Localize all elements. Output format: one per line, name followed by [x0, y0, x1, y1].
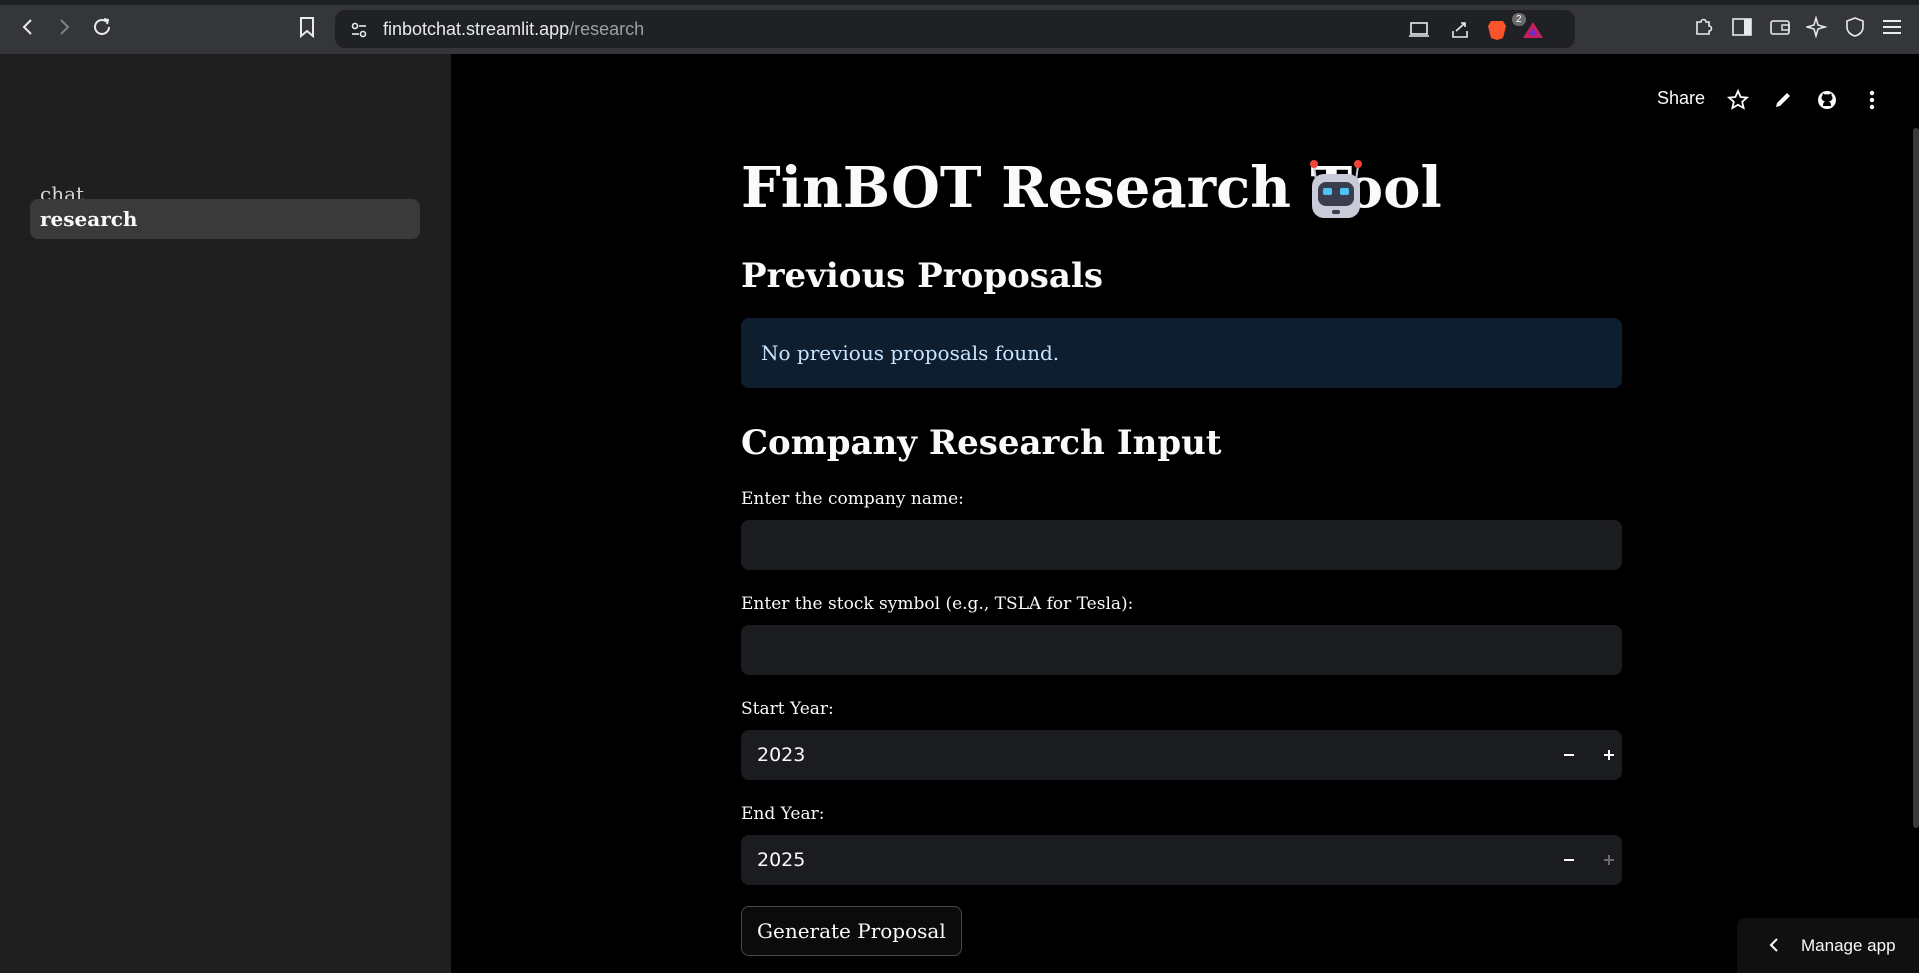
wallet-button[interactable]	[1766, 13, 1794, 41]
chevron-right-icon	[60, 19, 70, 35]
hamburger-icon	[1883, 20, 1901, 34]
shields-count-badge: 2	[1512, 13, 1526, 26]
sidebar-item-research[interactable]: research	[30, 199, 420, 239]
company-research-heading: Company Research Input	[741, 423, 1222, 463]
star-icon	[1727, 89, 1749, 110]
tune-icon	[351, 22, 367, 38]
vpn-button[interactable]	[1841, 13, 1869, 41]
start-year-input[interactable]: 2023	[741, 730, 1622, 780]
sidebar: chat research	[0, 54, 451, 973]
manage-app-button[interactable]: Manage app	[1737, 918, 1919, 973]
sidebar-item-label: research	[40, 207, 138, 231]
start-year-increment-button[interactable]	[1593, 739, 1625, 771]
puzzle-icon	[1696, 18, 1713, 35]
back-button[interactable]	[14, 13, 42, 41]
brave-shields-button[interactable]	[1485, 18, 1509, 42]
wallet-icon	[1770, 20, 1790, 35]
extensions-button[interactable]	[1690, 13, 1718, 41]
company-name-label: Enter the company name:	[741, 489, 964, 509]
main-menu-button[interactable]	[1859, 87, 1885, 113]
page-scrollbar[interactable]	[1913, 128, 1919, 828]
plus-icon	[1604, 750, 1614, 760]
share-arrow-icon	[1452, 22, 1468, 38]
pencil-icon	[1776, 93, 1790, 107]
share-page-button[interactable]	[1448, 18, 1472, 42]
start-year-label: Start Year:	[741, 699, 834, 719]
generate-proposal-button[interactable]: Generate Proposal	[741, 906, 962, 956]
start-year-value: 2023	[757, 744, 806, 766]
browser-chrome: finbotchat.streamlit.app/research 2	[0, 0, 1919, 54]
end-year-decrement-button[interactable]	[1553, 844, 1585, 876]
shield-icon	[1846, 17, 1864, 37]
robot-icon	[1310, 160, 1362, 218]
bookmark-icon	[300, 17, 314, 38]
github-button[interactable]	[1814, 87, 1840, 113]
cast-button[interactable]	[1407, 18, 1431, 42]
forward-button[interactable]	[50, 13, 78, 41]
sidebar-toggle-button[interactable]	[1728, 13, 1756, 41]
edit-button[interactable]	[1770, 87, 1796, 113]
end-year-label: End Year:	[741, 804, 825, 824]
previous-proposals-heading: Previous Proposals	[741, 256, 1103, 296]
share-button[interactable]: Share	[1657, 88, 1705, 109]
stock-symbol-label: Enter the stock symbol (e.g., TSLA for T…	[741, 594, 1134, 614]
favorite-button[interactable]	[1725, 87, 1751, 113]
reload-icon	[94, 18, 110, 35]
bookmark-button[interactable]	[293, 13, 321, 41]
info-alert-text: No previous proposals found.	[761, 341, 1060, 365]
plus-icon	[1604, 855, 1614, 865]
end-year-increment-button[interactable]	[1593, 844, 1625, 876]
leo-ai-button[interactable]	[1803, 13, 1831, 41]
brave-lion-icon	[1488, 21, 1506, 40]
url-text[interactable]: finbotchat.streamlit.app/research	[383, 19, 644, 40]
more-vertical-icon	[1869, 90, 1875, 110]
url-path: /research	[569, 19, 645, 39]
chevron-left-icon	[1769, 938, 1778, 952]
url-host: finbotchat.streamlit.app	[383, 19, 570, 39]
minus-icon	[1564, 859, 1574, 861]
end-year-input[interactable]: 2025	[741, 835, 1622, 885]
manage-app-label: Manage app	[1801, 936, 1896, 955]
sparkle-icon	[1806, 16, 1828, 38]
company-name-input[interactable]	[741, 520, 1622, 570]
browser-menu-button[interactable]	[1878, 13, 1906, 41]
sidebar-panel-icon	[1732, 18, 1752, 36]
address-bar[interactable]: finbotchat.streamlit.app/research	[335, 10, 1575, 48]
robot-emoji	[1306, 158, 1366, 224]
cast-icon	[1409, 22, 1429, 37]
start-year-decrement-button[interactable]	[1553, 739, 1585, 771]
rewards-triangle-icon	[1523, 22, 1543, 38]
github-icon	[1818, 91, 1836, 109]
minus-icon	[1564, 754, 1574, 756]
reload-button[interactable]	[88, 13, 116, 41]
stock-symbol-input[interactable]	[741, 625, 1622, 675]
site-settings-button[interactable]	[347, 18, 371, 42]
chevron-left-icon	[22, 19, 32, 35]
info-alert: No previous proposals found.	[741, 318, 1622, 388]
end-year-value: 2025	[757, 849, 806, 871]
